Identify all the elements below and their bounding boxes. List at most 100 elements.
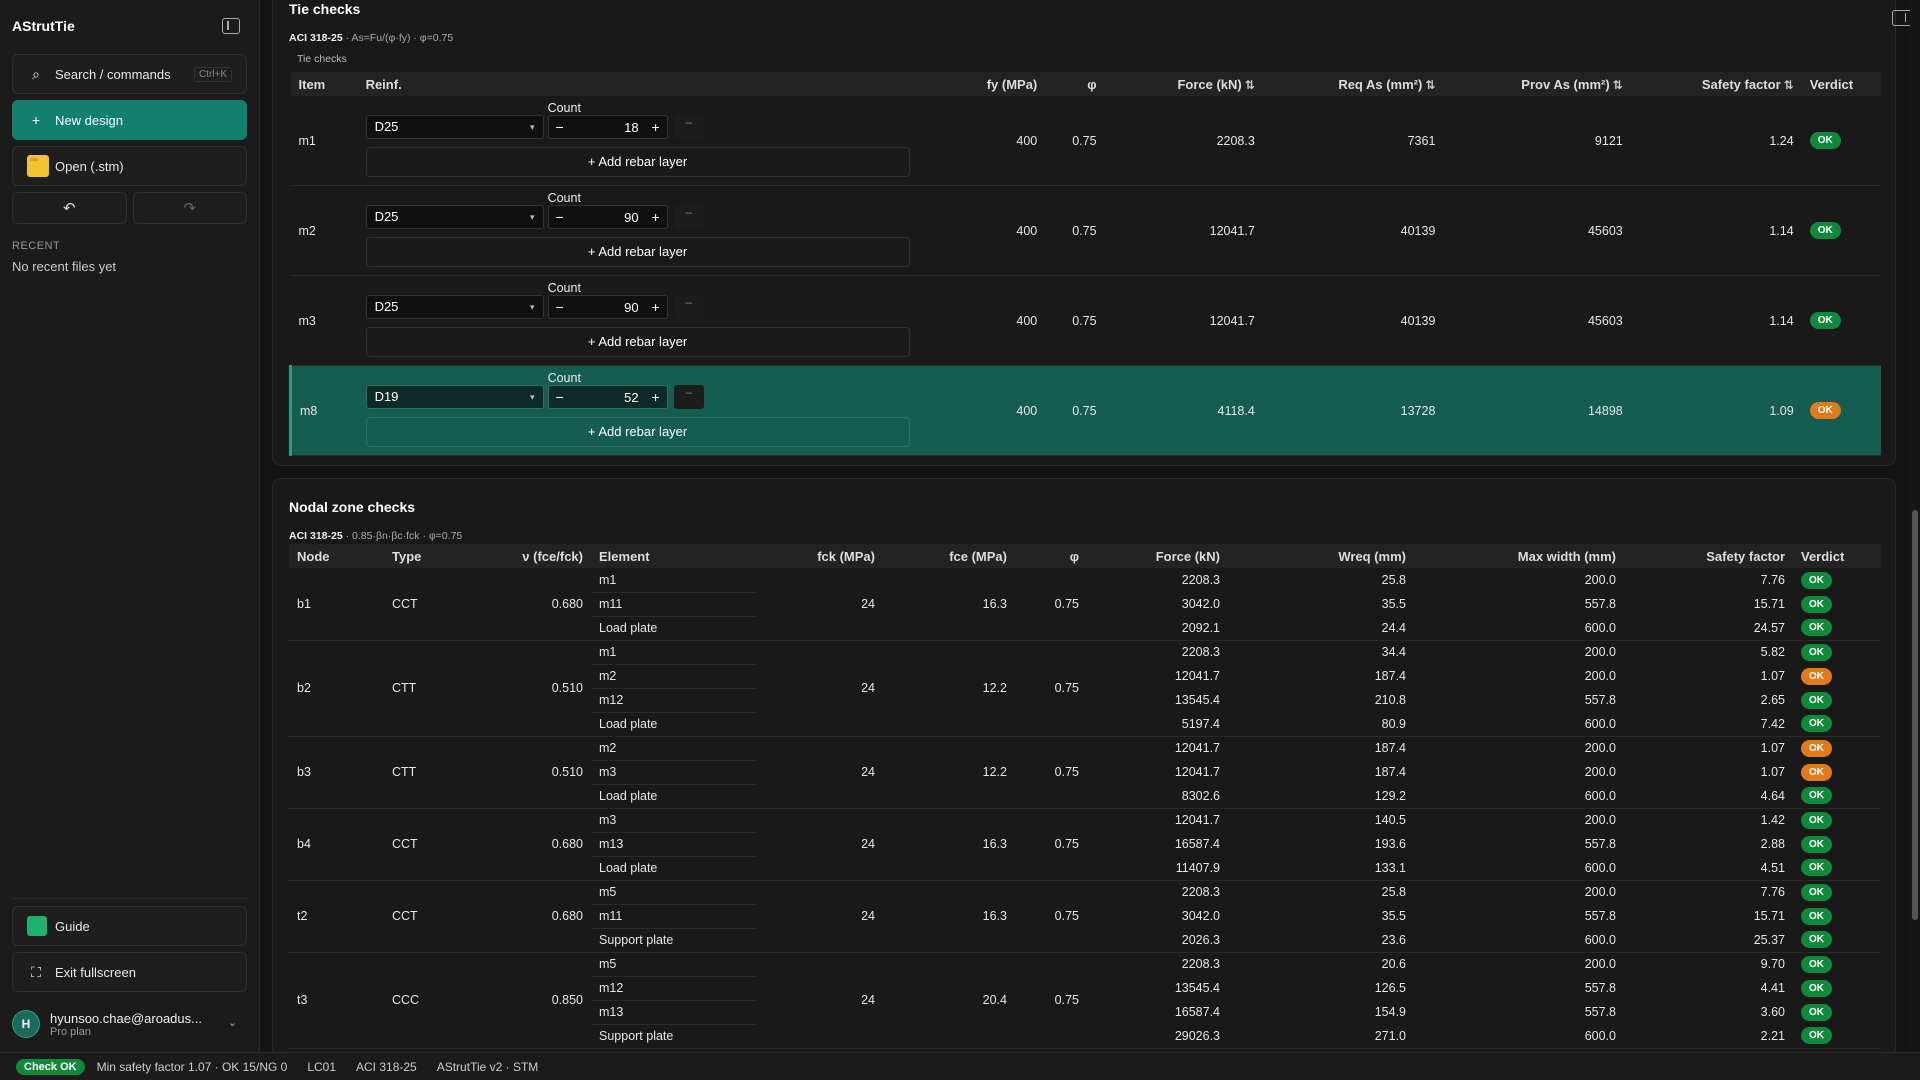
- node-type: CTT: [384, 736, 479, 809]
- add-rebar-layer-button[interactable]: + Add rebar layer: [365, 327, 910, 357]
- element-wreq: 35.5: [1381, 597, 1406, 611]
- status-version: AStrutTie v2 · STM: [436, 1059, 539, 1074]
- open-file-button[interactable]: Open (.stm): [12, 146, 247, 186]
- table-row[interactable]: b2 CTT 0.510 m1 24 12.2 0.75 2208.3 34.4 200.0 5.8…: [289, 640, 1881, 737]
- node-fce: 12.2: [883, 736, 1015, 809]
- reinf-editor: Count D25 ▾ −90 + – + Add rebar layer: [365, 186, 910, 275]
- tie-checks-subtitle: ACI 318-25 · As=Fu/(φ·fy) · φ=0.75: [289, 32, 453, 44]
- element-verdict: OK: [1793, 952, 1881, 976]
- verdict-badge: OK: [1801, 571, 1832, 589]
- node-node: t2: [289, 880, 384, 953]
- nodal-checks-card: Nodal zone checks ACI 318-25 · 0.85·βn·β…: [272, 478, 1896, 1052]
- table-row[interactable]: b1 CCT 0.680 m1 24 16.3 0.75 2208.3 25.8 200.0 7.7…: [289, 568, 1881, 641]
- bar-size-select[interactable]: D25 ▾: [365, 205, 544, 229]
- table-row[interactable]: m3 Count D25 ▾ −90 + – + Add rebar layer 400 0.75…: [290, 276, 1881, 366]
- col-req-as[interactable]: Req As (mm²) ⇅: [1262, 72, 1444, 96]
- element-sf: 3.60: [1760, 1005, 1785, 1019]
- folder-icon: [27, 155, 49, 177]
- bar-size-select[interactable]: D25 ▾: [365, 115, 544, 139]
- remove-layer-icon[interactable]: –: [673, 115, 704, 139]
- bar-size-select[interactable]: D25 ▾: [365, 295, 544, 319]
- avatar: H: [12, 1010, 40, 1038]
- plus-icon[interactable]: +: [645, 389, 667, 405]
- count-stepper[interactable]: −18 +: [547, 115, 668, 139]
- count-input[interactable]: 90: [571, 300, 645, 315]
- redo-icon[interactable]: ↷: [132, 192, 247, 224]
- verdict-badge: OK: [1801, 739, 1832, 757]
- panel-toggle-icon[interactable]: [1892, 10, 1912, 26]
- col-prov-as[interactable]: Prov As (mm²) ⇅: [1443, 72, 1631, 96]
- element-sf: 4.64: [1624, 784, 1793, 809]
- minus-icon[interactable]: −: [549, 119, 571, 135]
- minus-icon[interactable]: −: [549, 299, 571, 315]
- search-commands-button[interactable]: ⌕ Search / commands Ctrl+K: [12, 54, 247, 94]
- col-type: Type: [384, 544, 479, 568]
- count-input[interactable]: 52: [571, 390, 645, 405]
- verdict-badge: OK: [1801, 667, 1832, 685]
- table-row[interactable]: t2 CCT 0.680 m5 24 16.3 0.75 2208.3 25.8 200.0 7.7…: [289, 880, 1881, 953]
- col-sf-label: Safety factor: [1701, 76, 1781, 92]
- element-sf: 7.76: [1760, 573, 1785, 587]
- col-force: Force (kN): [1087, 544, 1228, 568]
- table-row[interactable]: m1 Count D25 ▾ −18 + – + Add rebar layer 400 0.75…: [290, 96, 1881, 186]
- verdict-badge: OK: [1801, 835, 1832, 853]
- element-force: 29026.3: [1087, 1024, 1228, 1049]
- col-force[interactable]: Force (kN) ⇅: [1104, 72, 1263, 96]
- element-name: m3: [591, 760, 757, 785]
- remove-layer-icon[interactable]: –: [673, 295, 704, 319]
- count-stepper[interactable]: −90 +: [547, 295, 668, 319]
- tie-verdict: OK: [1802, 366, 1881, 456]
- count-stepper[interactable]: −52 +: [547, 385, 668, 409]
- element-name: Support plate: [591, 928, 757, 953]
- minus-icon[interactable]: −: [549, 209, 571, 225]
- col-safety-factor[interactable]: Safety factor ⇅: [1630, 72, 1802, 96]
- count-stepper[interactable]: −90 +: [547, 205, 668, 229]
- minus-icon[interactable]: −: [549, 389, 571, 405]
- new-design-button[interactable]: + New design: [12, 100, 247, 140]
- tie-item: m2: [298, 223, 316, 238]
- element-maxw: 600.0: [1414, 1024, 1624, 1049]
- element-maxw: 600.0: [1414, 928, 1624, 953]
- plus-icon[interactable]: +: [645, 119, 667, 135]
- user-menu[interactable]: H hyunsoo.chae@aroadus... Pro plan ⌄: [12, 1004, 247, 1044]
- element-maxw: 557.8: [1584, 1005, 1616, 1019]
- scrollbar-thumb[interactable]: [1912, 510, 1918, 920]
- tie-phi: 0.75: [1072, 133, 1097, 148]
- plus-icon[interactable]: +: [645, 209, 667, 225]
- element-force: 13545.4: [1174, 693, 1220, 707]
- add-rebar-layer-button[interactable]: + Add rebar layer: [365, 147, 910, 177]
- exit-fullscreen-button[interactable]: ⛶ Exit fullscreen: [12, 952, 247, 992]
- element-wreq: 187.4: [1374, 765, 1406, 779]
- add-rebar-layer-button[interactable]: + Add rebar layer: [365, 237, 910, 267]
- element-name: m13: [591, 1000, 757, 1025]
- element-force: 12041.7: [1174, 813, 1220, 828]
- bar-size-select[interactable]: D19 ▾: [365, 385, 544, 409]
- count-input[interactable]: 90: [571, 210, 645, 225]
- table-row[interactable]: b3 CTT 0.510 m2 24 12.2 0.75 12041.7 187.4 200.0 1…: [289, 736, 1881, 809]
- col-force-label: Force (kN): [1177, 76, 1242, 92]
- element-name: m2: [591, 736, 757, 761]
- reinf-cell-container: Count D25 ▾ −90 + – + Add rebar layer: [358, 276, 910, 366]
- add-rebar-layer-button[interactable]: + Add rebar layer: [365, 417, 910, 447]
- element-maxw: 557.8: [1584, 981, 1616, 995]
- element-maxw: 557.8: [1584, 909, 1616, 923]
- element-wreq: 193.6: [1374, 837, 1406, 851]
- caret-down-icon: ▾: [530, 122, 535, 132]
- count-input[interactable]: 18: [571, 120, 645, 135]
- reinf-editor: Count D19 ▾ −52 + – + Add rebar layer: [365, 366, 910, 455]
- remove-layer-icon[interactable]: –: [673, 385, 704, 409]
- table-row[interactable]: m8 Count D19 ▾ −52 + – + Add rebar layer 400 0.75…: [288, 365, 1881, 456]
- table-row[interactable]: t3 CCC 0.850 m5 24 20.4 0.75 2208.3 20.6 200.0 9.7…: [289, 952, 1881, 1049]
- undo-icon[interactable]: ↶: [12, 192, 127, 224]
- element-sf: 15.71: [1753, 597, 1785, 611]
- guide-button[interactable]: Guide: [12, 906, 247, 946]
- remove-layer-icon[interactable]: –: [673, 205, 704, 229]
- table-row[interactable]: m2 Count D25 ▾ −90 + – + Add rebar layer 400 0.75…: [290, 186, 1881, 276]
- table-row[interactable]: b4 CCT 0.680 m3 24 16.3 0.75 12041.7 140.5 200.0 1…: [289, 808, 1881, 881]
- sidebar-collapse-icon[interactable]: [222, 18, 240, 34]
- caret-down-icon: ▾: [530, 392, 535, 402]
- plus-icon[interactable]: +: [645, 299, 667, 315]
- tie-item: m3: [298, 313, 316, 328]
- element-name: m12: [591, 688, 757, 713]
- element-wreq: 271.0: [1228, 1024, 1414, 1049]
